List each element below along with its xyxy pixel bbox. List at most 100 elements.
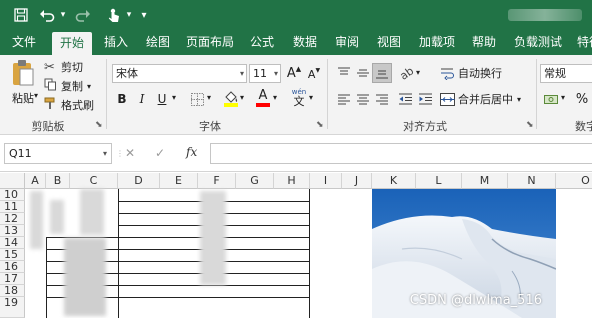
orientation-dropdown-icon[interactable]: ▾ xyxy=(416,68,420,77)
font-launcher-icon[interactable]: ⬊ xyxy=(316,120,324,130)
embedded-image[interactable]: CSDN @dlwlma_516 xyxy=(372,189,556,318)
tab-file[interactable]: 文件 xyxy=(6,30,42,55)
percent-style-button[interactable]: % xyxy=(573,90,591,108)
tab-insert[interactable]: 插入 xyxy=(98,30,134,55)
undo-icon[interactable] xyxy=(36,4,58,26)
chevron-down-icon: ▾ xyxy=(239,69,244,78)
formula-input[interactable] xyxy=(210,143,592,164)
column-header-k[interactable]: K xyxy=(372,173,416,189)
merge-center-button[interactable]: 合并后居中 ▾ xyxy=(440,91,521,107)
phonetic-guide-button[interactable]: wén 文 xyxy=(290,88,308,108)
merge-center-label: 合并后居中 xyxy=(458,93,513,106)
save-icon[interactable] xyxy=(10,4,32,26)
insert-function-icon[interactable]: fx xyxy=(186,145,197,159)
window-title-blurred xyxy=(508,9,582,21)
column-header-n[interactable]: N xyxy=(508,173,556,189)
row-header-19[interactable]: 19 xyxy=(0,297,25,318)
align-bottom-button[interactable] xyxy=(372,63,392,83)
column-header-o[interactable]: O xyxy=(556,173,592,189)
shrink-font-button[interactable]: A ▼ xyxy=(305,65,323,83)
copy-dropdown-icon[interactable]: ▾ xyxy=(87,82,91,91)
font-name-combo[interactable]: 宋体 ▾ xyxy=(112,64,247,83)
tab-help[interactable]: 帮助 xyxy=(466,30,502,55)
align-middle-button[interactable] xyxy=(354,64,372,82)
fill-color-button[interactable] xyxy=(222,89,240,107)
tab-formulas[interactable]: 公式 xyxy=(244,30,280,55)
ribbon: 粘贴 ▾ ✂ 剪切 复制 ▾ 格式刷 剪贴板 ⬊ 宋体 ▾ 11 ▾ A ▲ A ▼… xyxy=(0,55,592,135)
column-header-i[interactable]: I xyxy=(310,173,342,189)
align-center-button[interactable] xyxy=(354,90,372,108)
column-header-h[interactable]: H xyxy=(274,173,310,189)
column-header-g[interactable]: G xyxy=(236,173,274,189)
scissors-icon: ✂ xyxy=(44,59,55,75)
group-separator xyxy=(327,59,328,129)
underline-dropdown-icon[interactable]: ▾ xyxy=(172,93,176,102)
cancel-icon[interactable]: ✕ xyxy=(125,146,135,160)
decrease-indent-icon xyxy=(398,93,412,105)
enter-icon[interactable]: ✓ xyxy=(155,146,165,160)
tab-feature[interactable]: 特征 xyxy=(574,30,592,55)
font-size-combo[interactable]: 11 ▾ xyxy=(249,64,281,83)
underline-button[interactable]: U xyxy=(153,90,171,108)
column-header-a[interactable]: A xyxy=(25,173,46,189)
column-header-j[interactable]: J xyxy=(342,173,372,189)
decrease-indent-button[interactable] xyxy=(396,90,414,108)
font-color-button[interactable]: A xyxy=(254,89,272,107)
borders-button[interactable] xyxy=(188,90,206,108)
italic-button[interactable]: I xyxy=(133,90,151,108)
accounting-dropdown-icon[interactable]: ▾ xyxy=(561,93,565,102)
number-format-combo[interactable]: 常规 xyxy=(540,64,592,83)
orientation-button[interactable]: ab xyxy=(397,63,417,83)
column-header-e[interactable]: E xyxy=(160,173,198,189)
column-header-b[interactable]: B xyxy=(46,173,70,189)
alignment-launcher-icon[interactable]: ⬊ xyxy=(526,120,534,130)
tab-load-test[interactable]: 负载测试 xyxy=(510,30,566,55)
font-color-dropdown-icon[interactable]: ▾ xyxy=(273,93,277,102)
text-orientation-icon: ab xyxy=(397,63,417,83)
undo-dropdown-icon[interactable]: ▾ xyxy=(58,4,68,26)
align-right-button[interactable] xyxy=(373,90,391,108)
tab-data[interactable]: 数据 xyxy=(287,30,323,55)
tab-draw[interactable]: 绘图 xyxy=(140,30,176,55)
copy-button[interactable]: 复制 ▾ xyxy=(44,78,91,94)
format-painter-button[interactable]: 格式刷 xyxy=(44,97,94,113)
column-header-d[interactable]: D xyxy=(118,173,160,189)
tab-review[interactable]: 审阅 xyxy=(329,30,365,55)
grow-font-button[interactable]: A ▲ xyxy=(285,64,303,82)
tab-page-layout[interactable]: 页面布局 xyxy=(184,30,236,55)
redo-icon[interactable] xyxy=(72,4,94,26)
phonetic-bottom: 文 xyxy=(293,95,305,108)
name-box[interactable]: Q11 ▾ xyxy=(4,143,112,164)
paste-icon xyxy=(13,60,34,86)
tab-add-ins[interactable]: 加载项 xyxy=(414,30,460,55)
increase-indent-icon xyxy=(418,93,432,105)
column-header-f[interactable]: F xyxy=(198,173,236,189)
column-header-c[interactable]: C xyxy=(70,173,118,189)
borders-dropdown-icon[interactable]: ▾ xyxy=(207,93,211,102)
increase-indent-button[interactable] xyxy=(416,90,434,108)
tab-home[interactable]: 开始 xyxy=(52,32,92,55)
phonetic-dropdown-icon[interactable]: ▾ xyxy=(309,93,313,102)
paste-button[interactable]: 粘贴 xyxy=(8,59,38,111)
tab-view[interactable]: 视图 xyxy=(371,30,407,55)
cut-button[interactable]: ✂ 剪切 xyxy=(44,59,83,75)
blurred-cells xyxy=(50,200,64,234)
align-left-button[interactable] xyxy=(335,90,353,108)
align-left-icon xyxy=(338,94,350,105)
align-top-icon xyxy=(338,67,350,75)
formula-bar-grip-icon: ⋮ xyxy=(116,149,124,158)
touch-mode-icon[interactable] xyxy=(104,4,124,26)
column-header-m[interactable]: M xyxy=(462,173,508,189)
fill-color-dropdown-icon[interactable]: ▾ xyxy=(240,93,244,102)
clipboard-launcher-icon[interactable]: ⬊ xyxy=(95,120,103,130)
touch-dropdown-icon[interactable]: ▾ xyxy=(124,4,134,26)
customize-toolbar-icon[interactable]: ▾ xyxy=(138,4,150,26)
bold-button[interactable]: B xyxy=(113,90,131,108)
align-top-button[interactable] xyxy=(335,64,353,82)
select-all-corner[interactable] xyxy=(0,173,25,189)
accounting-format-button[interactable] xyxy=(542,90,560,108)
column-header-l[interactable]: L xyxy=(416,173,462,189)
paste-dropdown-icon[interactable]: ▾ xyxy=(34,91,38,100)
wrap-text-button[interactable]: 自动换行 xyxy=(440,65,502,81)
merge-dropdown-icon[interactable]: ▾ xyxy=(517,95,521,104)
